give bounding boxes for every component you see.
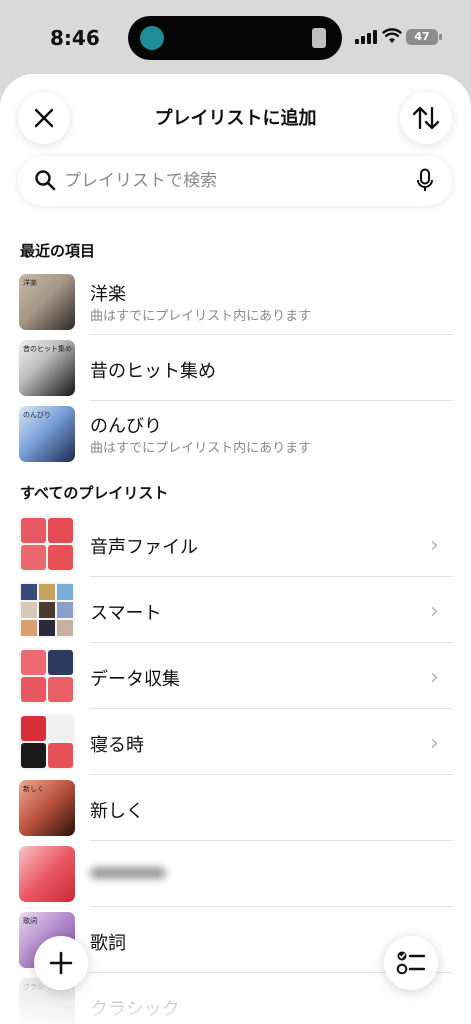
playlist-title-blurred [90, 863, 170, 888]
playlist-title: 寝る時 [90, 735, 144, 756]
search-bar[interactable] [18, 156, 452, 206]
chevron-right-icon: › [430, 731, 439, 756]
playlist-artwork: 洋楽 [19, 274, 75, 330]
playlist-title: のんびり [90, 416, 162, 437]
playlist-title: 新しく [90, 801, 144, 822]
checklist-icon [396, 951, 426, 975]
playlist-row[interactable]: 新しく 新しく [0, 775, 471, 841]
playlist-artwork: のんびり [19, 406, 75, 462]
search-input[interactable] [64, 168, 404, 194]
battery-icon: 47 [406, 29, 438, 45]
new-playlist-button[interactable] [34, 936, 88, 990]
multi-select-button[interactable] [384, 936, 438, 990]
recent-section-title: 最近の項目 [20, 242, 96, 260]
cellular-signal-icon [355, 30, 377, 44]
dynamic-island [128, 16, 342, 60]
chevron-right-icon: › [430, 533, 439, 558]
search-icon [35, 170, 56, 191]
playlist-row[interactable]: のんびり のんびり 曲はすでにプレイリスト内にあります [0, 401, 471, 467]
status-bar: 8:46 47 [0, 0, 471, 72]
playlist-subtitle: 曲はすでにプレイリスト内にあります [90, 441, 312, 456]
playlist-artwork [19, 516, 75, 572]
playlist-artwork [19, 846, 75, 902]
playlist-artwork [19, 714, 75, 770]
playlist-title: クラシック [90, 999, 180, 1020]
playlist-artwork: 昔のヒット集め [19, 340, 75, 396]
all-playlists-section-title: すべてのプレイリスト [20, 484, 169, 502]
chevron-right-icon: › [430, 599, 439, 624]
playlist-title: スマート [90, 603, 162, 624]
microphone-icon[interactable] [416, 168, 434, 194]
playlist-title: 洋楽 [90, 284, 126, 305]
airplay-icon [140, 26, 164, 50]
playlist-artwork [19, 648, 75, 704]
playlist-artwork: 新しく [19, 780, 75, 836]
playlist-artwork [19, 582, 75, 638]
chevron-right-icon: › [430, 665, 439, 690]
battery-tip [439, 34, 442, 40]
playlist-row[interactable] [0, 841, 471, 907]
sort-button[interactable] [400, 92, 452, 144]
playlist-row[interactable]: 洋楽 洋楽 曲はすでにプレイリスト内にあります [0, 269, 471, 335]
status-time: 8:46 [50, 26, 100, 50]
add-to-playlist-sheet: プレイリストに追加 最近の項目 洋楽 洋楽 曲はすでにプレイリスト内にあります … [0, 74, 471, 1024]
playlist-title: 昔のヒット集め [90, 361, 216, 382]
plus-icon [49, 951, 73, 975]
playlist-row[interactable]: 寝る時 › [0, 709, 471, 775]
playlist-row[interactable]: スマート › [0, 577, 471, 643]
playlist-title: 音声ファイル [90, 537, 198, 558]
playlist-row[interactable]: データ収集 › [0, 643, 471, 709]
playlist-row[interactable]: 昔のヒット集め 昔のヒット集め [0, 335, 471, 401]
playlist-row[interactable]: 音声ファイル › [0, 511, 471, 577]
playlist-title: 歌詞 [90, 933, 126, 954]
playlist-subtitle: 曲はすでにプレイリスト内にあります [90, 309, 312, 324]
sort-arrows-icon [412, 106, 440, 130]
playlist-title: データ収集 [90, 669, 180, 690]
wifi-icon [381, 28, 403, 48]
speaker-icon [312, 28, 326, 48]
